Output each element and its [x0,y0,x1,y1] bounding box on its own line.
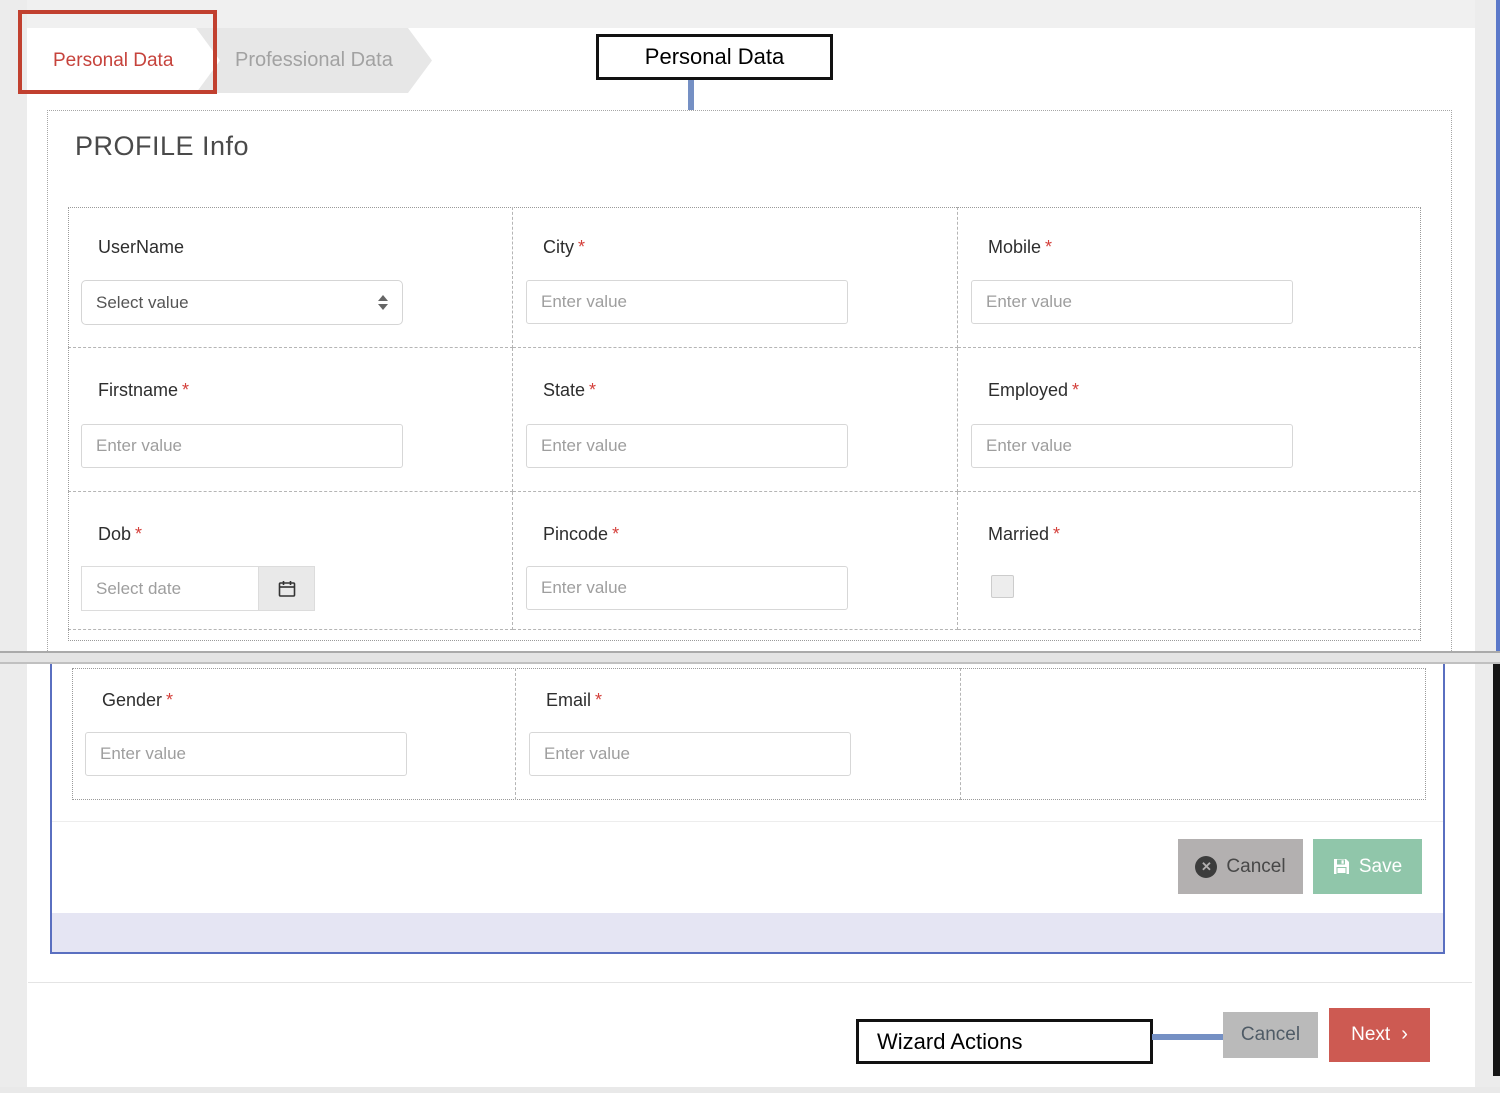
field-label: Married* [988,524,1060,545]
field-cell-employed: Employed* [958,348,1421,492]
panel-footer-strip [52,913,1443,952]
form-cancel-button[interactable]: ✕ Cancel [1178,839,1303,894]
email-input[interactable] [529,732,851,776]
field-cell-city: City* [513,207,958,348]
wizard-cancel-label: Cancel [1241,1024,1300,1046]
required-asterisk: * [1045,237,1052,257]
calendar-icon [277,579,297,599]
state-input[interactable] [526,424,848,468]
panel-divider [52,821,1443,822]
top-strip [0,0,1500,28]
callout-text: Personal Data [645,44,784,70]
field-cell-gender: Gender* [72,668,516,800]
window-edge-blue [1496,0,1500,651]
red-highlight-annotation [18,10,217,94]
field-cell-empty [961,668,1426,800]
city-input[interactable] [526,280,848,324]
field-label: State* [543,380,596,401]
required-asterisk: * [578,237,585,257]
chevron-right-icon: › [1401,1023,1408,1046]
form-save-button[interactable]: Save [1313,839,1422,894]
tab-label: Professional Data [235,49,393,72]
calendar-button[interactable] [258,566,315,611]
profile-heading: PROFILE Info [75,131,249,162]
field-cell-pincode: Pincode* [513,492,958,630]
mobile-input[interactable] [971,280,1293,324]
select-value: Select value [96,293,189,313]
required-asterisk: * [1053,524,1060,544]
field-label: Gender* [102,690,173,711]
wizard-next-label: Next [1351,1024,1390,1046]
field-label: Dob* [98,524,142,545]
field-cell-email: Email* [516,668,961,800]
pincode-input[interactable] [526,566,848,610]
firstname-input[interactable] [81,424,403,468]
wizard-cancel-button[interactable]: Cancel [1223,1012,1318,1058]
gender-input[interactable] [85,732,407,776]
left-gutter [0,0,27,1093]
required-asterisk: * [182,380,189,400]
form-save-label: Save [1359,856,1402,878]
required-asterisk: * [595,690,602,710]
save-floppy-icon [1333,858,1350,875]
screenshot-seam [0,651,1500,664]
wizard-actions-callout: Wizard Actions [856,1019,1153,1064]
married-checkbox[interactable] [991,575,1014,598]
form-cancel-label: Cancel [1226,856,1285,878]
field-cell-state: State* [513,348,958,492]
personal-data-callout: Personal Data [596,34,833,80]
required-asterisk: * [589,380,596,400]
dob-input[interactable] [81,566,258,611]
field-label: Pincode* [543,524,619,545]
required-asterisk: * [135,524,142,544]
callout-connector-line-horizontal [1152,1034,1226,1040]
field-label: UserName [98,237,184,258]
field-cell-married: Married* [958,492,1421,630]
dob-input-group [81,566,315,611]
username-select[interactable]: Select value [81,280,403,325]
field-cell-firstname: Firstname* [68,348,513,492]
employed-input[interactable] [971,424,1293,468]
field-cell-dob: Dob* [68,492,513,630]
field-cell-username: UserName Select value [68,207,513,348]
field-cell-mobile: Mobile* [958,207,1421,348]
select-spinner-icon [378,295,388,310]
required-asterisk: * [166,690,173,710]
close-circle-icon: ✕ [1195,856,1217,878]
field-label: Firstname* [98,380,189,401]
field-label: Employed* [988,380,1079,401]
field-label: City* [543,237,585,258]
callout-text: Wizard Actions [877,1029,1023,1055]
bottom-strip [0,1087,1500,1093]
required-asterisk: * [1072,380,1079,400]
required-asterisk: * [612,524,619,544]
window-edge-black [1493,664,1500,1076]
wizard-next-button[interactable]: Next › [1329,1008,1430,1062]
field-label: Mobile* [988,237,1052,258]
field-label: Email* [546,690,602,711]
